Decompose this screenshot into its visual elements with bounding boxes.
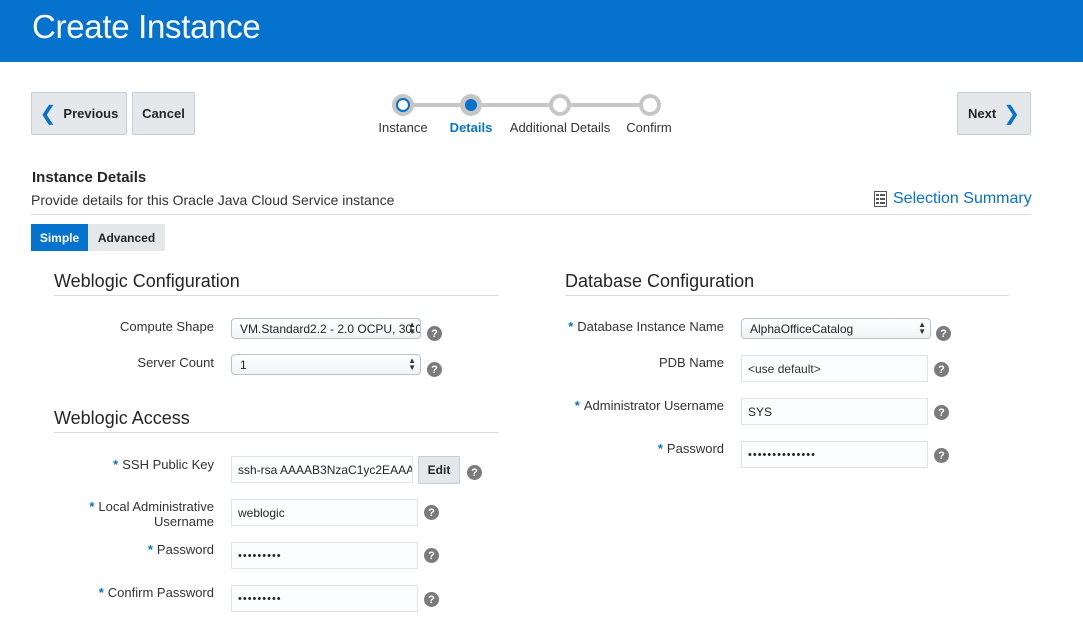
next-button-label: Next [968,106,997,121]
confirm-password-label: * Confirm Password [98,585,214,600]
train-connector [403,103,650,107]
select-arrows-icon: ▲ ▼ [408,356,416,372]
compute-shape-select[interactable]: VM.Standard2.2 - 2.0 OCPU, 30.0 GB RAM ▲… [231,318,421,339]
compute-shape-label: Compute Shape [120,319,214,334]
page-title: Create Instance [32,8,261,45]
edit-ssh-key-button[interactable]: Edit [418,456,460,484]
db-admin-username-label: * Administrator Username [574,398,724,413]
select-arrows-icon: ▲ ▼ [918,320,926,336]
help-icon[interactable]: ? [467,465,482,480]
previous-button-label: Previous [63,106,119,121]
select-arrows-icon: ▲ ▼ [408,320,416,336]
cancel-button-label: Cancel [142,106,185,121]
help-icon[interactable]: ? [934,448,949,463]
db-password-field[interactable]: •••••••••••••• [741,441,928,468]
section-title: Instance Details [32,169,147,186]
tab-advanced[interactable]: Advanced [88,224,165,251]
password-field[interactable]: ••••••••• [231,542,418,569]
db-instance-name-select[interactable]: AlphaOfficeCatalog ▲ ▼ [741,318,931,339]
weblogic-access-divider [54,432,499,433]
train-stop-confirm[interactable] [639,94,661,116]
train-label-details: Details [449,120,493,135]
edit-button-label: Edit [427,463,451,477]
pdb-name-field[interactable]: <use default> [741,355,928,382]
help-icon[interactable]: ? [427,362,442,377]
chevron-left-icon: ❮ [39,102,57,125]
server-count-select[interactable]: 1 ▲ ▼ [231,354,421,375]
help-icon[interactable]: ? [934,405,949,420]
weblogic-access-title: Weblogic Access [54,408,190,428]
db-admin-username-field[interactable]: SYS [741,398,928,425]
confirm-password-field[interactable]: ••••••••• [231,585,418,612]
weblogic-config-divider [54,295,499,296]
train-stop-instance[interactable] [392,94,414,116]
tab-simple[interactable]: Simple [31,224,88,251]
database-config-divider [565,295,1009,296]
train-label-additional-details[interactable]: Additional Details [510,120,610,135]
help-icon[interactable]: ? [427,326,442,341]
train-label-instance[interactable]: Instance [378,120,427,135]
server-count-label: Server Count [137,355,214,370]
help-icon[interactable]: ? [936,326,951,341]
section-subtitle: Provide details for this Oracle Java Clo… [31,192,395,208]
page-header: Create Instance [0,0,1083,62]
checklist-icon [874,191,887,207]
selection-summary-label: Selection Summary [893,190,1032,207]
train-stop-details [460,94,482,116]
previous-button[interactable]: ❮ Previous [31,92,127,135]
pdb-name-label: PDB Name [658,355,724,370]
admin-username-field[interactable]: weblogic [231,499,418,526]
help-icon[interactable]: ? [424,505,439,520]
db-instance-name-label: * Database Instance Name [568,319,724,334]
train-stop-additional-details[interactable] [549,94,571,116]
help-icon[interactable]: ? [424,548,439,563]
admin-username-label: * Local Administrative Username [89,499,214,529]
weblogic-config-title: Weblogic Configuration [54,271,240,291]
divider [31,214,1031,215]
ssh-key-field[interactable]: ssh-rsa AAAAB3NzaC1yc2EAAAADAQAB [231,456,413,483]
database-config-title: Database Configuration [565,271,755,291]
help-icon[interactable]: ? [934,362,949,377]
cancel-button[interactable]: Cancel [132,92,195,135]
ssh-key-label: * SSH Public Key [113,457,214,472]
db-password-label: * Password [657,441,724,456]
train-label-confirm[interactable]: Confirm [626,120,672,135]
help-icon[interactable]: ? [424,592,439,607]
chevron-right-icon: ❯ [1003,102,1020,125]
selection-summary-link[interactable]: Selection Summary [874,190,1032,208]
next-button[interactable]: Next ❯ [957,92,1031,135]
password-label: * Password [147,542,214,557]
